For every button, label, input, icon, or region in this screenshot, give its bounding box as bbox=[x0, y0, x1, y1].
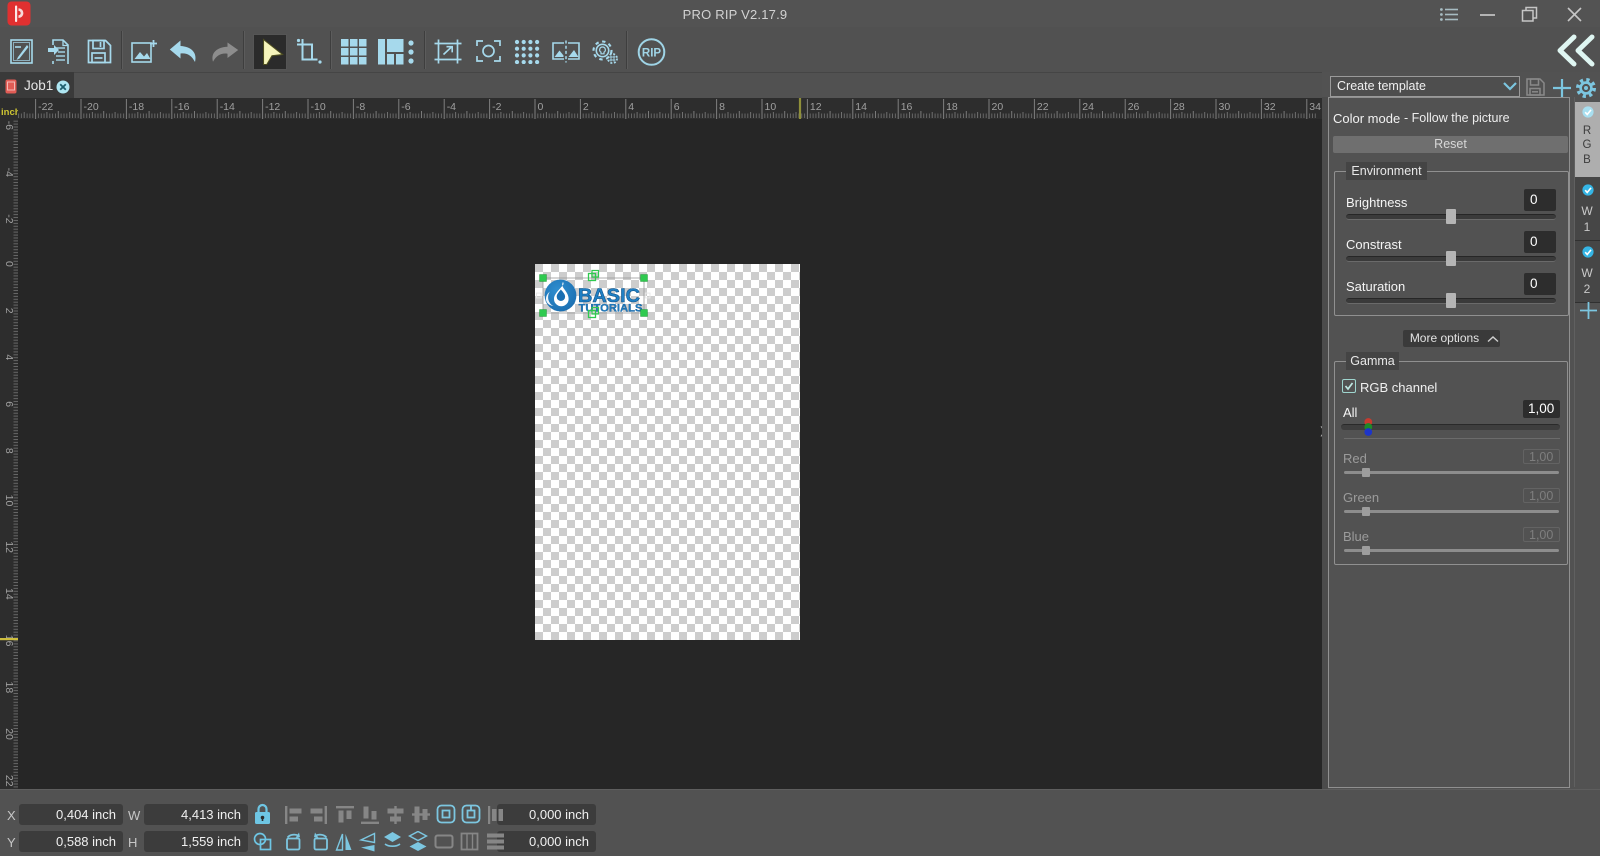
svg-text:-16: -16 bbox=[174, 101, 189, 113]
svg-text:28: 28 bbox=[1173, 101, 1185, 113]
svg-text:8: 8 bbox=[3, 448, 15, 454]
svg-text:34: 34 bbox=[1309, 101, 1321, 113]
svg-text:14: 14 bbox=[855, 101, 867, 113]
svg-text:6: 6 bbox=[674, 101, 680, 113]
svg-text:6: 6 bbox=[3, 401, 15, 407]
svg-text:-2: -2 bbox=[492, 101, 501, 113]
svg-text:10: 10 bbox=[765, 101, 777, 113]
svg-text:30: 30 bbox=[1219, 101, 1231, 113]
svg-text:20: 20 bbox=[992, 101, 1004, 113]
svg-text:-8: -8 bbox=[356, 101, 365, 113]
svg-text:-22: -22 bbox=[38, 101, 53, 113]
svg-text:26: 26 bbox=[1128, 101, 1140, 113]
svg-text:2: 2 bbox=[583, 101, 589, 113]
svg-text:18: 18 bbox=[946, 101, 958, 113]
svg-text:32: 32 bbox=[1264, 101, 1276, 113]
svg-text:16: 16 bbox=[901, 101, 913, 113]
svg-text:2: 2 bbox=[3, 308, 15, 314]
svg-text:10: 10 bbox=[3, 495, 15, 507]
svg-text:0: 0 bbox=[3, 261, 15, 267]
svg-text:-14: -14 bbox=[220, 101, 235, 113]
svg-text:20: 20 bbox=[3, 728, 15, 740]
svg-text:4: 4 bbox=[3, 354, 15, 360]
svg-text:-12: -12 bbox=[265, 101, 280, 113]
svg-text:-20: -20 bbox=[84, 101, 99, 113]
svg-text:-6: -6 bbox=[3, 121, 15, 130]
svg-text:18: 18 bbox=[3, 682, 15, 694]
svg-text:22: 22 bbox=[1037, 101, 1049, 113]
svg-text:24: 24 bbox=[1082, 101, 1094, 113]
svg-text:-4: -4 bbox=[3, 168, 15, 177]
svg-text:-10: -10 bbox=[311, 101, 326, 113]
svg-text:0: 0 bbox=[538, 101, 544, 113]
svg-text:14: 14 bbox=[3, 588, 15, 600]
svg-text:12: 12 bbox=[810, 101, 822, 113]
svg-text:-4: -4 bbox=[447, 101, 456, 113]
svg-text:RIP: RIP bbox=[642, 48, 662, 60]
svg-text:12: 12 bbox=[3, 541, 15, 553]
svg-text:22: 22 bbox=[3, 775, 15, 787]
svg-text:-6: -6 bbox=[401, 101, 410, 113]
svg-text:16: 16 bbox=[3, 635, 15, 647]
svg-text:4: 4 bbox=[628, 101, 634, 113]
svg-text:-18: -18 bbox=[129, 101, 144, 113]
svg-text:-2: -2 bbox=[3, 214, 15, 223]
svg-text:8: 8 bbox=[719, 101, 725, 113]
